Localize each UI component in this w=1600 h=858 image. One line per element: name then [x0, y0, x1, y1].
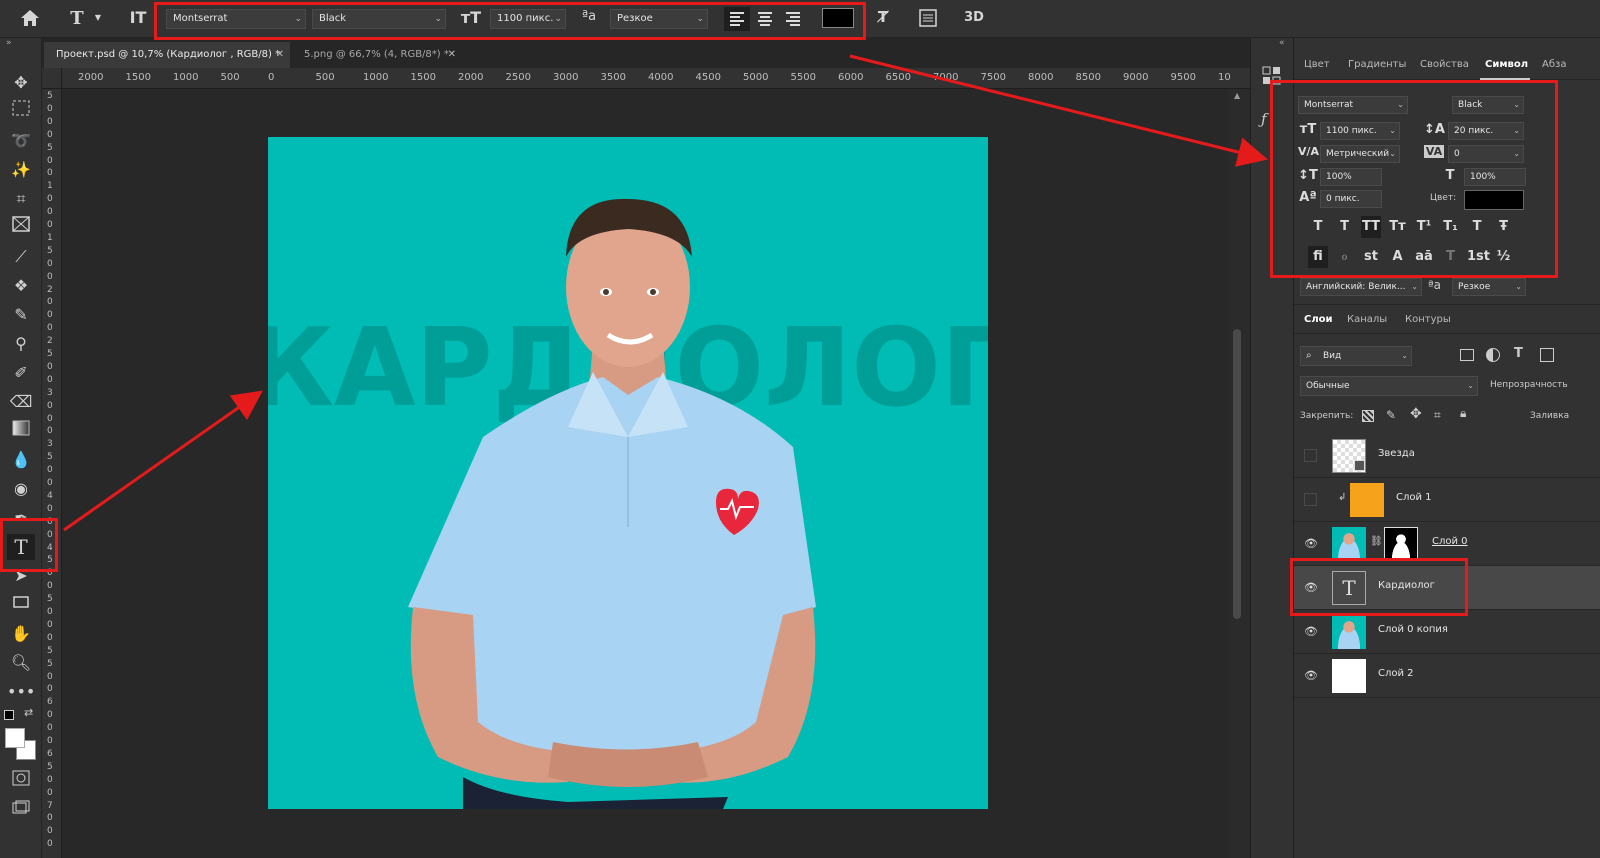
arrow-to-canvas-text: [63, 390, 263, 532]
arrow-to-character-panel: [849, 54, 1268, 167]
annotation-arrows: [63, 54, 1268, 532]
